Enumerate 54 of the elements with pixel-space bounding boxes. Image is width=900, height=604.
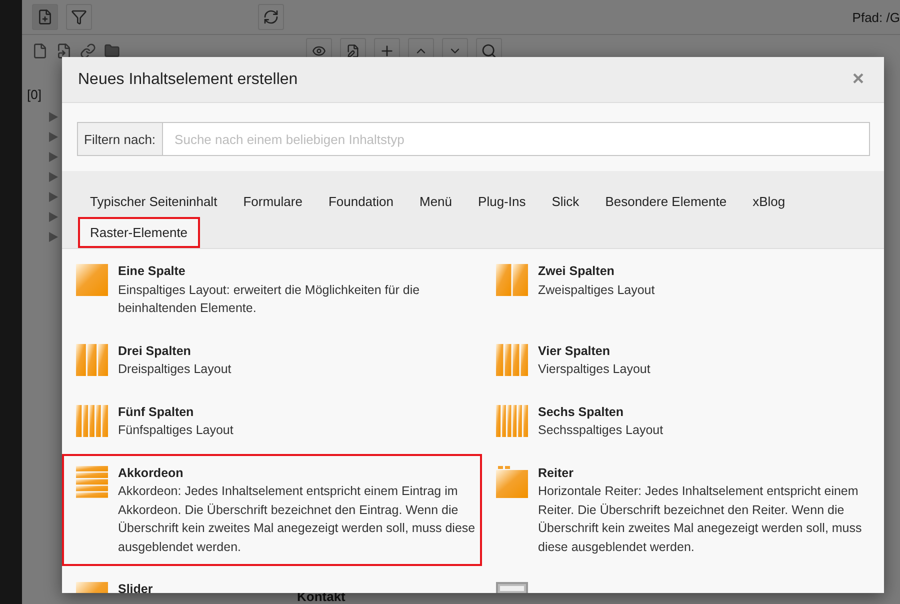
accordion-icon <box>76 466 108 498</box>
item-title: Zwei Spalten <box>538 263 616 280</box>
item-description: Akkordeon: Jedes Inhaltselement entspricht einem Eintrag im Akkordeon. Die Überschrift bezeichnet den Eintrag. Wenn die Überschrift kein zweites Mal anegezeigt werden soll, muss diese ausgeblendet werden. <box>118 483 476 556</box>
item-description: Einspaltiges Layout: erweitert die Möglichkeiten für die beinhaltenden Elemente. <box>118 282 421 317</box>
file-shortcut-icon[interactable] <box>56 43 72 59</box>
content-type-item[interactable]: Sechs Spalten Sechsspaltiges Layout <box>482 392 884 450</box>
new-page-icon[interactable] <box>32 4 58 30</box>
filter-label: Filtern nach: <box>78 123 163 155</box>
category-tab[interactable]: Plug-Ins <box>466 186 538 217</box>
content-type-item[interactable]: Eine Spalte Einspaltiges Layout: erweitert die Möglichkeiten für die beinhaltenden Elemente. <box>62 252 482 328</box>
content-type-item[interactable]: Vier Spalten Vierspaltiges Layout <box>482 332 884 388</box>
folder-icon[interactable] <box>104 43 120 59</box>
column-layout-icon <box>496 404 528 436</box>
item-description: Sechsspaltiges Layout <box>538 422 664 439</box>
content-type-item[interactable]: Drei Spalten Dreispaltiges Layout <box>62 332 482 388</box>
content-type-item[interactable]: Slider <box>62 570 482 593</box>
item-description: Dreispaltiges Layout <box>118 361 232 378</box>
item-title: Eine Spalte <box>118 263 186 280</box>
category-tab[interactable]: Besondere Elemente <box>593 186 739 217</box>
column-layout-icon <box>496 264 528 296</box>
item-description: Zweispaltiges Layout <box>538 282 655 299</box>
item-description: Horizontale Reiter: Jedes Inhaltselement entspricht einem Reiter. Die Überschrift bezeichnet den Reiter. Wenn die Überschrift kein zweites Mal anegezeigt werden soll, muss diese ausgeblendet werden. <box>538 483 863 556</box>
link-icon[interactable] <box>80 43 96 59</box>
path-label: Pfad: /G <box>852 10 900 24</box>
content-heading: Kontakt <box>297 590 346 603</box>
item-title: Slider <box>118 581 153 593</box>
item-title: Drei Spalten <box>118 342 192 360</box>
folder-icon <box>496 466 528 498</box>
item-title: Vier Spalten <box>538 342 612 360</box>
filter-icon[interactable] <box>66 4 92 30</box>
item-title: Akkordeon <box>118 464 184 482</box>
filter-field[interactable]: Filtern nach: Suche nach einem beliebigen Inhaltstyp <box>77 122 870 156</box>
item-title: Sechs Spalten <box>538 404 624 421</box>
category-tab[interactable]: Formulare <box>231 186 314 217</box>
content-type-item[interactable]: Zwei Spalten Zweispaltiges Layout <box>482 252 884 328</box>
category-tab[interactable]: Foundation <box>316 186 406 217</box>
category-tab[interactable]: xBlog <box>740 186 798 217</box>
column-layout-icon <box>76 404 108 436</box>
item-description: Vierspaltiges Layout <box>538 361 650 378</box>
item-description: Fünfspaltiges Layout <box>118 422 234 439</box>
column-layout-icon <box>76 344 108 376</box>
content-type-item[interactable] <box>62 454 482 566</box>
item-title: Reiter <box>538 464 574 482</box>
category-tab[interactable]: Raster-Elemente <box>78 217 200 248</box>
refresh-icon[interactable] <box>258 4 284 30</box>
file-icon[interactable] <box>32 43 48 59</box>
category-tab[interactable]: Typischer Seiteninhalt <box>78 186 230 217</box>
column-layout-icon <box>496 344 528 376</box>
dialog-title: Neues Inhaltselement erstellen <box>78 70 298 88</box>
category-tab[interactable]: Menü <box>408 186 464 217</box>
content-type-item[interactable]: Fünf Spalten Fünfspaltiges Layout <box>62 392 482 450</box>
category-tab[interactable]: Slick <box>540 186 592 217</box>
column-layout-icon <box>76 264 108 296</box>
item-title: Fünf Spalten <box>118 404 195 421</box>
